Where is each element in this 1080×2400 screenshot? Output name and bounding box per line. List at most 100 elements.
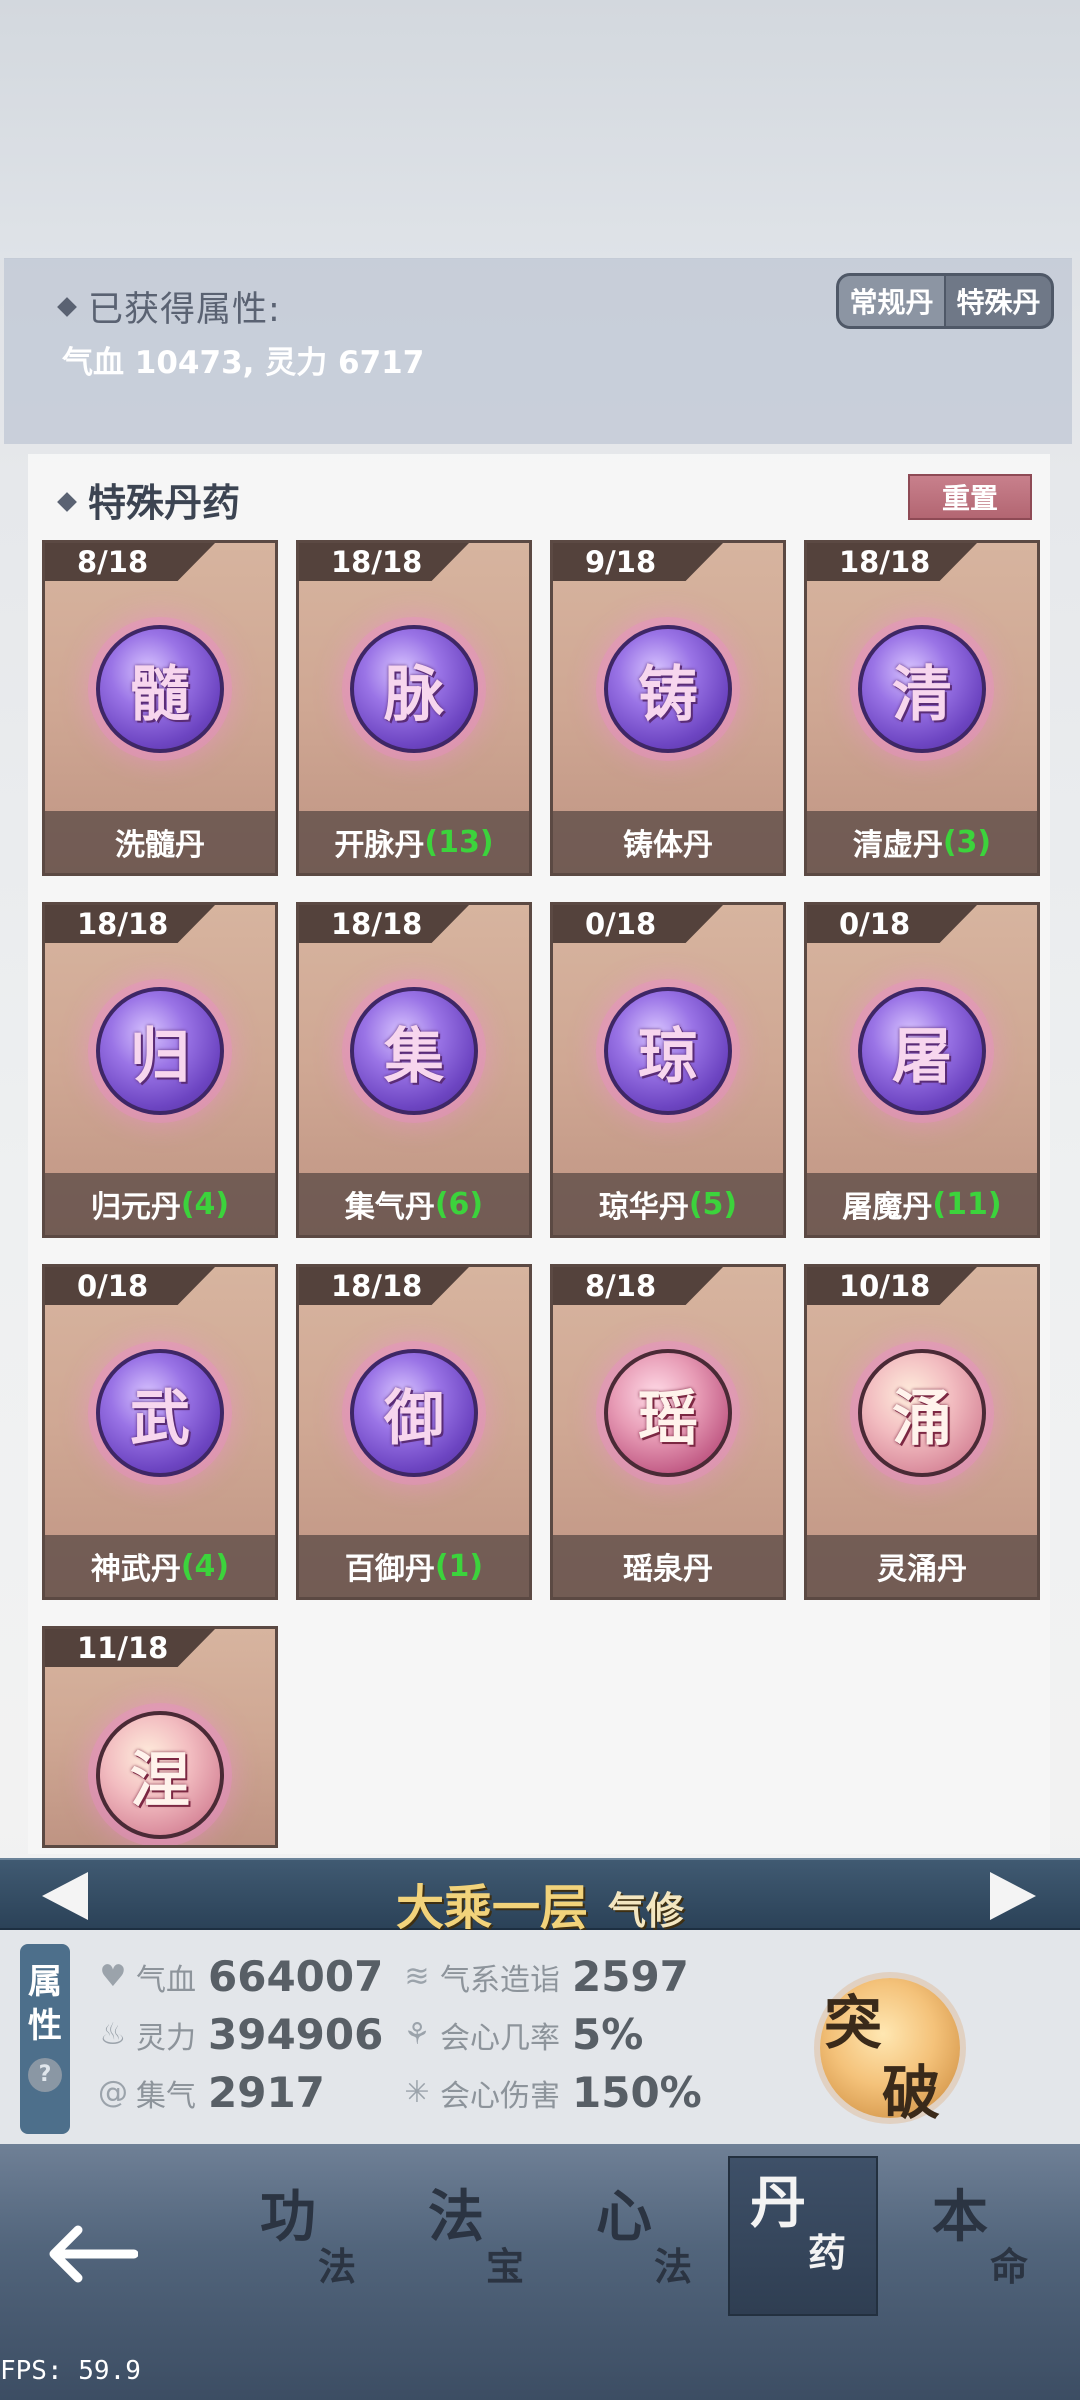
pill-card[interactable]: 0/18 屠屠魔丹 (11) [804,902,1040,1238]
stats-tab[interactable]: 属性 ? [20,1944,70,2134]
attributes-title-row: 已获得属性: [57,281,281,332]
stat-label: 会心伤害 [440,2078,560,2114]
stat-label: 灵力 [136,2020,196,2056]
pill-name-row: 百御丹 (1) [299,1535,529,1597]
pill-count: 18/18 [807,543,977,581]
panel-title: 特殊丹药 [88,481,241,525]
pill-char: 髓 [130,659,190,730]
nav-main-char: 法 [428,2185,484,2250]
pill-icon: 涅 [96,1711,224,1839]
back-arrow-icon[interactable] [48,2224,138,2284]
pill-card[interactable]: 11/18 涅 [42,1626,278,1848]
stat-label: 集气 [136,2078,196,2114]
reset-button[interactable]: 重置 [908,474,1032,520]
pill-char: 铸 [638,659,698,730]
pill-quantity: (1) [434,1548,484,1584]
pill-icon: 脉 [350,625,478,753]
pill-card[interactable]: 9/18 铸铸体丹 [550,540,786,876]
nav-tab-treasures[interactable]: 法 宝 [408,2172,558,2312]
pill-name: 归元丹 [90,1190,181,1225]
stat-value: 2597 [572,1952,689,2001]
breakthrough-button[interactable]: 突 破 [790,1968,980,2128]
pill-name: 清虚丹 [852,828,943,863]
pill-name-row: 洗髓丹 [45,811,275,873]
stat-spirit: ♨ 灵力 394906 [96,2010,384,2059]
pill-icon: 御 [350,1349,478,1477]
next-realm-arrow-icon[interactable] [990,1872,1036,1920]
tab-regular-pills[interactable]: 常规丹 [839,276,946,326]
pill-char: 涅 [130,1745,190,1816]
pill-name: 集气丹 [344,1190,435,1225]
pill-char: 清 [892,659,952,730]
tab-special-pills[interactable]: 特殊丹 [946,276,1051,326]
pill-count: 8/18 [45,543,215,581]
stat-value: 664007 [208,1952,384,2001]
nav-tab-pills[interactable]: 丹 药 [728,2156,878,2316]
pill-name: 铸体丹 [623,828,713,863]
pill-icon: 琼 [604,987,732,1115]
pill-icon: 涌 [858,1349,986,1477]
pill-name: 灵涌丹 [877,1552,967,1587]
fps-counter: FPS: 59.9 [0,2356,141,2386]
attributes-panel: 已获得属性: 气血 10473, 灵力 6717 常规丹 特殊丹 [4,258,1072,444]
realm-subtitle: 气修 [608,1889,685,1933]
pill-card[interactable]: 18/18 集集气丹 (6) [296,902,532,1238]
pill-name-row: 灵涌丹 [807,1535,1037,1597]
diamond-icon [57,491,77,512]
pill-card[interactable]: 18/18 归归元丹 (4) [42,902,278,1238]
pill-card[interactable]: 10/18 涌灵涌丹 [804,1264,1040,1600]
pill-card[interactable]: 8/18 髓洗髓丹 [42,540,278,876]
pill-card[interactable]: 18/18 脉开脉丹 (13) [296,540,532,876]
nav-main-char: 本 [932,2185,988,2250]
pill-quantity: (11) [932,1186,1002,1222]
pill-icon: 髓 [96,625,224,753]
pill-count: 0/18 [553,905,723,943]
pill-count: 0/18 [45,1267,215,1305]
nav-sub-char: 药 [808,2231,847,2275]
pill-icon: 清 [858,625,986,753]
pill-name-row: 瑶泉丹 [553,1535,783,1597]
pill-name-row: 归元丹 (4) [45,1173,275,1235]
nav-main-char: 丹 [750,2171,806,2236]
nav-tab-skills[interactable]: 功 法 [240,2172,390,2312]
stat-crit-rate: ⚘ 会心几率 5% [400,2010,644,2059]
pill-char: 琼 [638,1021,698,1092]
pill-name: 洗髓丹 [115,828,205,863]
pill-icon: 屠 [858,987,986,1115]
pill-card[interactable]: 18/18 御百御丹 (1) [296,1264,532,1600]
nav-tab-destiny[interactable]: 本 命 [912,2172,1062,2312]
nav-sub-char: 法 [654,2245,693,2289]
pill-name-row: 神武丹 (4) [45,1535,275,1597]
pill-char: 集 [384,1021,444,1092]
stat-value: 5% [572,2010,644,2059]
pill-name-row: 琼华丹 (5) [553,1173,783,1235]
stat-qi-mastery: ≋ 气系造诣 2597 [400,1952,689,2001]
pill-card[interactable]: 18/18 清清虚丹 (3) [804,540,1040,876]
pill-panel: 特殊丹药 重置 8/18 髓洗髓丹 18/18 脉开脉丹 (13) 9/18 铸铸体丹 18/… [28,454,1050,1854]
attributes-value: 气血 10473, 灵力 6717 [62,345,425,381]
nav-tab-mind[interactable]: 心 法 [576,2172,726,2312]
bottom-nav: 功 法 法 宝 心 法 丹 药 本 命 [0,2144,1080,2400]
help-icon[interactable]: ? [28,2058,62,2092]
pill-quantity: (13) [424,824,494,860]
nav-sub-char: 法 [318,2245,357,2289]
pill-quantity: (3) [942,824,992,860]
pill-char: 脉 [384,659,444,730]
pill-card[interactable]: 0/18 武神武丹 (4) [42,1264,278,1600]
stat-value: 394906 [208,2010,384,2059]
diamond-icon [57,297,77,317]
breakthrough-char-2: 破 [882,2059,941,2127]
pill-quantity: (4) [180,1186,230,1222]
pill-card[interactable]: 8/18 瑶瑶泉丹 [550,1264,786,1600]
stats-tab-label: 属性 [28,1962,62,2046]
pill-name-row: 开脉丹 (13) [299,811,529,873]
pill-quantity: (4) [180,1548,230,1584]
pill-count: 11/18 [45,1629,215,1667]
pill-card[interactable]: 0/18 琼琼华丹 (5) [550,902,786,1238]
pill-name-row: 屠魔丹 (11) [807,1173,1037,1235]
pill-type-switch: 常规丹 特殊丹 [836,273,1054,329]
crit-damage-icon: ✳ [404,2074,430,2110]
pill-count: 18/18 [299,905,469,943]
pill-count: 9/18 [553,543,723,581]
pill-name: 神武丹 [90,1552,181,1587]
